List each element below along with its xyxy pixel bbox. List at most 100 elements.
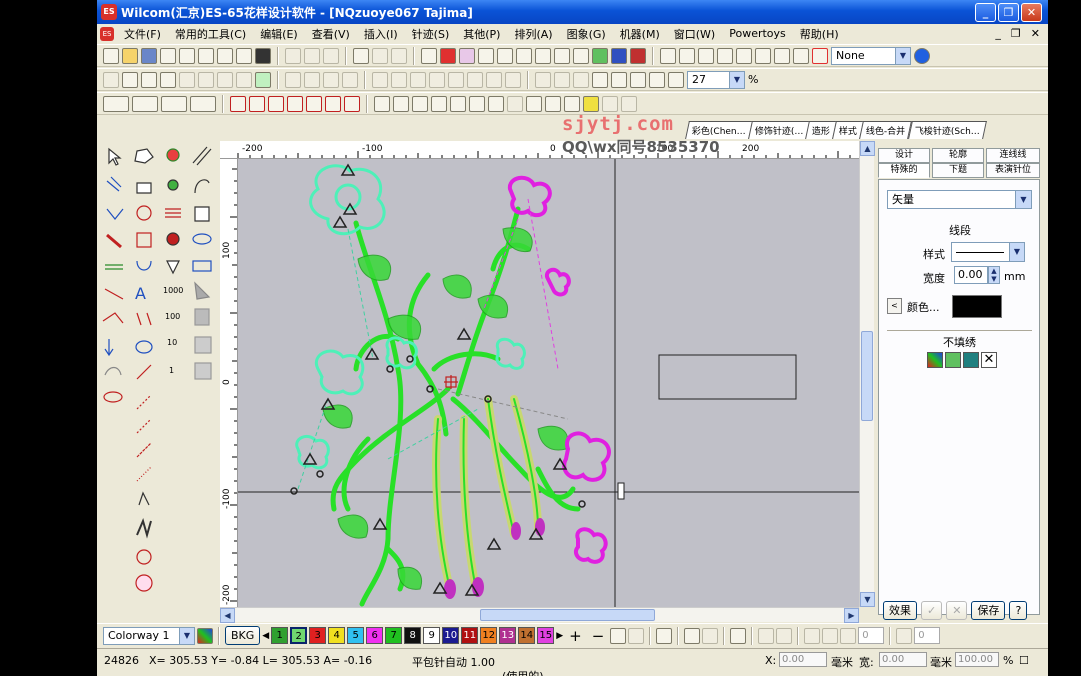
thread-swatch[interactable]: 14 xyxy=(518,627,536,644)
needle-icon[interactable] xyxy=(516,47,532,64)
width-spinner[interactable]: ▲ ▼ xyxy=(988,266,1000,284)
monogram-icon[interactable] xyxy=(698,47,714,64)
add-color-icon[interactable]: + xyxy=(565,627,586,645)
color-expand-button[interactable]: < xyxy=(887,298,902,314)
save-icon[interactable] xyxy=(141,47,157,64)
window-icon[interactable] xyxy=(573,47,589,64)
align-right-icon[interactable] xyxy=(410,71,426,88)
thread-swatch[interactable]: 1 xyxy=(271,627,289,644)
rotate-angle-input[interactable]: 0 xyxy=(858,627,885,644)
horizontal-scroll-thumb[interactable] xyxy=(480,609,655,621)
zoom-tool-icon[interactable] xyxy=(592,71,608,88)
swatch-next-icon[interactable]: ▶ xyxy=(556,631,563,641)
vertical-fill-icon[interactable] xyxy=(412,95,428,112)
menu-help[interactable]: 帮助(H) xyxy=(793,26,846,42)
remove-color-icon[interactable]: − xyxy=(588,627,609,645)
zoom-in-icon[interactable] xyxy=(649,71,665,88)
rotate-right-icon[interactable] xyxy=(342,71,358,88)
connector-icon[interactable] xyxy=(497,47,513,64)
sequence-icon[interactable] xyxy=(255,71,271,88)
gradient-fill-icon[interactable] xyxy=(927,352,943,368)
align-left-icon[interactable] xyxy=(372,71,388,88)
screen-icon[interactable] xyxy=(660,47,676,64)
tab-outline[interactable]: 轮廓 xyxy=(932,148,984,163)
copy-icon[interactable] xyxy=(304,47,320,64)
mirror-v-icon[interactable] xyxy=(304,71,320,88)
monitor-icon[interactable] xyxy=(684,627,701,644)
arc-down-icon[interactable] xyxy=(822,627,839,644)
wave-lines-icon[interactable] xyxy=(344,95,360,112)
hoop-icon[interactable] xyxy=(535,47,551,64)
group-icon[interactable] xyxy=(179,71,195,88)
title-bar[interactable]: ES Wilcom(汇京)ES-65花样设计软件 - [NQzuoye067 T… xyxy=(97,0,1048,24)
pencil-icon[interactable] xyxy=(774,47,790,64)
stack-icon[interactable] xyxy=(573,71,589,88)
open-folder-icon[interactable] xyxy=(122,47,138,64)
lettering-icon[interactable] xyxy=(679,47,695,64)
align-text-icon[interactable] xyxy=(730,627,747,644)
print-icon[interactable] xyxy=(198,47,214,64)
zoom-out-icon[interactable] xyxy=(668,71,684,88)
menu-view[interactable]: 查看(V) xyxy=(305,26,357,42)
tab-special[interactable]: 特殊的 xyxy=(878,163,930,178)
mirror-h-icon[interactable] xyxy=(285,71,301,88)
doc-minimize-button[interactable]: _ xyxy=(995,27,1001,40)
effects-button[interactable]: 效果 xyxy=(883,600,917,620)
align-top-icon[interactable] xyxy=(429,71,445,88)
circle-fill-icon[interactable] xyxy=(374,95,390,112)
doc-tab-schiffli[interactable]: 飞梭针迹(Sch… xyxy=(907,121,987,139)
menu-arrange[interactable]: 排列(A) xyxy=(507,26,559,42)
brush-icon[interactable] xyxy=(628,627,645,644)
tab-connectors[interactable]: 连线线 xyxy=(986,148,1040,163)
rotate-icon[interactable] xyxy=(840,627,857,644)
color-swatch[interactable] xyxy=(952,295,1002,318)
thread-swatch[interactable]: 13 xyxy=(499,627,517,644)
checkbox-icon[interactable] xyxy=(421,47,437,64)
line-style-combo[interactable]: None ▼ xyxy=(831,46,911,65)
chart-icon[interactable] xyxy=(592,47,608,64)
menu-window[interactable]: 窗口(W) xyxy=(667,26,722,42)
doc-restore-button[interactable]: ❐ xyxy=(1011,27,1021,40)
sequin-icon[interactable] xyxy=(621,95,637,112)
close-button[interactable]: ✕ xyxy=(1021,2,1042,22)
pointer-icon[interactable] xyxy=(103,95,129,112)
thread-swatch[interactable]: 15 xyxy=(537,627,555,644)
wave-red-icon[interactable] xyxy=(268,95,284,112)
outline-icon[interactable] xyxy=(478,47,494,64)
pattern-fill-icon[interactable] xyxy=(450,95,466,112)
thread-swatch[interactable]: 9 xyxy=(423,627,441,644)
menu-file[interactable]: 文件(F) xyxy=(117,26,168,42)
doc-icon[interactable]: ES xyxy=(100,26,114,41)
zigzag-red-icon[interactable] xyxy=(249,95,265,112)
tatami-red-icon[interactable] xyxy=(287,95,303,112)
texture-fill-icon[interactable] xyxy=(963,352,979,368)
design-canvas[interactable] xyxy=(238,159,859,607)
funnel-icon[interactable] xyxy=(141,71,157,88)
remove-icon[interactable] xyxy=(812,47,828,64)
node-icon[interactable] xyxy=(793,47,809,64)
zoom-combo[interactable]: 27 ▼ xyxy=(687,70,745,89)
save-button[interactable]: 保存 xyxy=(971,600,1006,620)
scroll-down-button[interactable]: ▼ xyxy=(860,592,875,607)
background-button[interactable]: BKG xyxy=(225,626,261,645)
selection-handle[interactable] xyxy=(617,482,625,500)
scroll-up-button[interactable]: ▲ xyxy=(860,141,875,156)
help-button[interactable]: ? xyxy=(1009,600,1028,620)
line-style-select[interactable]: ▼ xyxy=(951,242,1025,262)
applique-icon[interactable] xyxy=(602,95,618,112)
vertical-scroll-thumb[interactable] xyxy=(861,331,873,421)
select-icon[interactable] xyxy=(391,47,407,64)
redo-icon[interactable] xyxy=(372,47,388,64)
combine-icon[interactable] xyxy=(535,71,551,88)
zoom-box-icon[interactable] xyxy=(611,71,627,88)
menu-powertoys[interactable]: Powertoys xyxy=(722,27,793,40)
apply-button[interactable]: ✓ xyxy=(921,600,943,620)
minimize-button[interactable]: _ xyxy=(975,2,996,22)
lines-fill-icon[interactable] xyxy=(545,95,561,112)
thread-swatch[interactable]: 6 xyxy=(366,627,384,644)
color-film-icon[interactable] xyxy=(630,47,646,64)
menu-stitch[interactable]: 针迹(S) xyxy=(405,26,457,42)
ungroup-icon[interactable] xyxy=(198,71,214,88)
3d-fill-icon[interactable] xyxy=(564,95,580,112)
circles-icon[interactable] xyxy=(736,47,752,64)
